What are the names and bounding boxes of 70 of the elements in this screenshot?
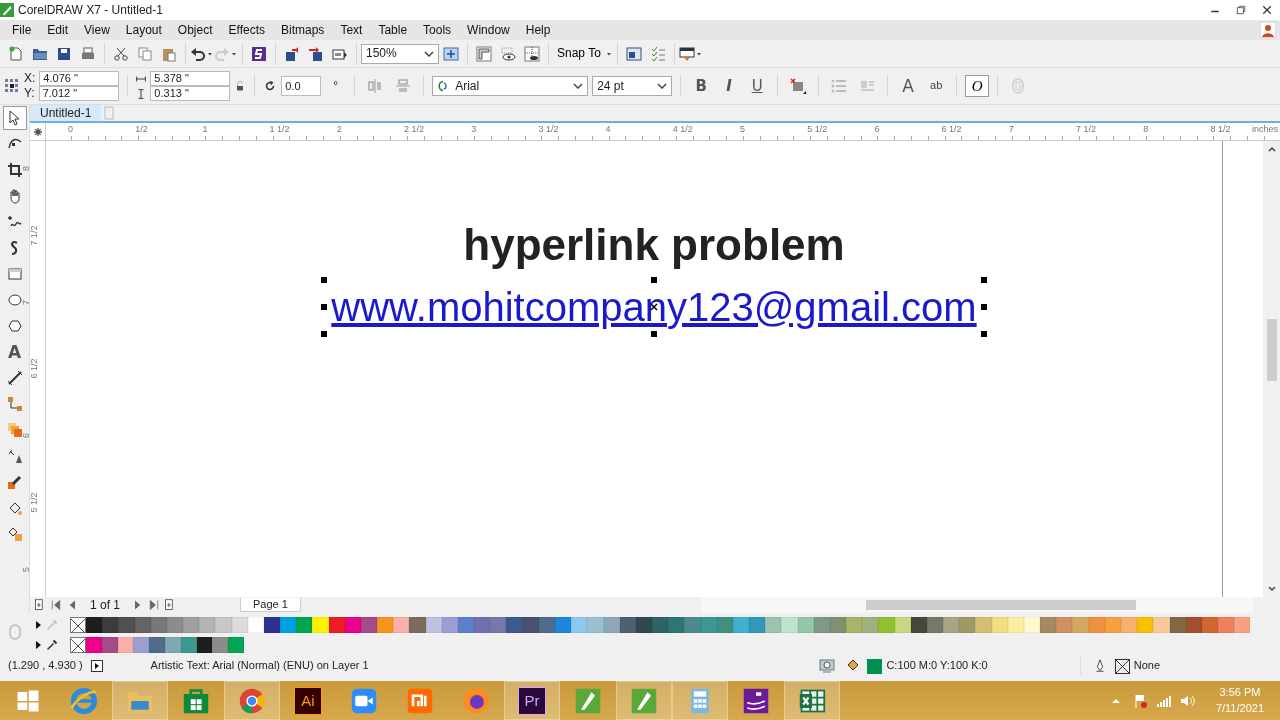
font-name: Arial bbox=[455, 78, 481, 94]
text-properties-button[interactable]: A bbox=[896, 75, 921, 97]
snap-to-button[interactable]: Snap To bbox=[553, 42, 605, 65]
menu-item[interactable]: Edit bbox=[39, 20, 77, 40]
field-label: X: bbox=[24, 71, 36, 86]
menu-item[interactable]: Help bbox=[517, 20, 559, 40]
text-tool-button[interactable]: A bbox=[7, 341, 22, 363]
status-info: Artistic Text: Arial (Normal) (ENU) on Layer 1 bbox=[150, 659, 369, 673]
ruler-label: 6 1/2 bbox=[941, 124, 962, 135]
outline-value: None bbox=[1133, 659, 1160, 673]
angle-field[interactable]: 0.0 bbox=[281, 76, 322, 96]
ruler-label: 2 bbox=[336, 124, 342, 135]
ruler-label: 5 1/2 bbox=[807, 124, 828, 135]
text-style-button[interactable]: B bbox=[689, 75, 714, 97]
menu-item[interactable]: View bbox=[76, 20, 118, 40]
ruler-label: 3 bbox=[471, 124, 477, 135]
menu-item[interactable]: Tools bbox=[415, 20, 460, 40]
input-field[interactable]: 0.313 " bbox=[150, 86, 231, 101]
hyperlink-text[interactable]: www.mohitcompany123@gmail.com bbox=[331, 284, 977, 329]
menu-item[interactable]: Layout bbox=[117, 20, 170, 40]
menu-item[interactable]: Bitmaps bbox=[273, 20, 333, 40]
ruler-label: 1/2 bbox=[135, 124, 148, 135]
ruler-label: 4 1/2 bbox=[672, 124, 693, 135]
font-select[interactable]: Arial bbox=[432, 76, 589, 96]
ruler-label: 3 1/2 bbox=[538, 124, 559, 135]
window-title: CorelDRAW X7 - Untitled-1 bbox=[18, 2, 163, 18]
ruler-label: 0 bbox=[68, 124, 73, 135]
menu-item[interactable]: Table bbox=[370, 20, 416, 40]
zoom-level-select[interactable]: 150% bbox=[361, 43, 439, 64]
text-mode-button[interactable]: O bbox=[965, 75, 990, 97]
input-field[interactable]: 7.012 " bbox=[38, 86, 119, 101]
cursor-coordinates: (1.290 , 4.930 ) bbox=[8, 659, 83, 673]
font-size-select[interactable]: 24 pt bbox=[592, 76, 673, 96]
menu-item[interactable]: File bbox=[4, 20, 40, 40]
ruler-label: 5 bbox=[21, 566, 32, 572]
page-tab[interactable]: Page 1 bbox=[240, 597, 301, 613]
menu-item[interactable]: Effects bbox=[220, 20, 273, 40]
fill-color-value: C:100 M:0 Y:100 K:0 bbox=[886, 659, 988, 673]
field-label: Y: bbox=[24, 86, 35, 101]
ruler-label: 2 1/2 bbox=[404, 124, 425, 135]
ruler-label: 5 1/2 bbox=[28, 492, 40, 513]
ruler-label: 8 bbox=[1143, 124, 1149, 135]
font-size-value: 24 pt bbox=[597, 78, 625, 94]
edit-text-button[interactable]: ab bbox=[924, 75, 949, 97]
degree-label: ° bbox=[333, 78, 339, 94]
input-field[interactable]: 5.378 " bbox=[150, 71, 231, 86]
ruler-label: 6 1/2 bbox=[28, 358, 40, 379]
heading-text: hyperlink problem bbox=[463, 219, 845, 271]
ruler-unit: inches bbox=[1252, 124, 1278, 135]
ruler-label: 6 bbox=[21, 433, 32, 439]
app-icon[interactable]: Ai bbox=[294, 686, 322, 715]
ruler-label: 7 1/2 bbox=[28, 225, 40, 246]
ruler-label: 6 bbox=[874, 124, 880, 135]
ruler-label: 8 1/2 bbox=[1210, 124, 1231, 135]
menu-item[interactable]: Text bbox=[332, 20, 371, 40]
ruler-label: 8 bbox=[21, 165, 32, 171]
ruler-label: 1 bbox=[202, 124, 208, 135]
app-icon[interactable]: Pr bbox=[518, 686, 546, 715]
ruler-label: 7 bbox=[1008, 124, 1014, 135]
ruler-label: 4 bbox=[605, 124, 611, 135]
text-style-button[interactable]: U bbox=[745, 75, 770, 97]
ruler-label: 7 bbox=[21, 299, 32, 305]
menu-item[interactable]: Window bbox=[459, 20, 518, 40]
text-style-button[interactable]: I bbox=[717, 75, 742, 97]
ruler-label: 1 1/2 bbox=[269, 124, 290, 135]
input-field[interactable]: 4.076 " bbox=[39, 71, 120, 86]
ruler-label: 7 1/2 bbox=[1076, 124, 1097, 135]
menu-item[interactable]: Object bbox=[169, 20, 221, 40]
page-counter: 1 of 1 bbox=[89, 597, 122, 613]
ruler-label: 5 bbox=[740, 124, 745, 135]
